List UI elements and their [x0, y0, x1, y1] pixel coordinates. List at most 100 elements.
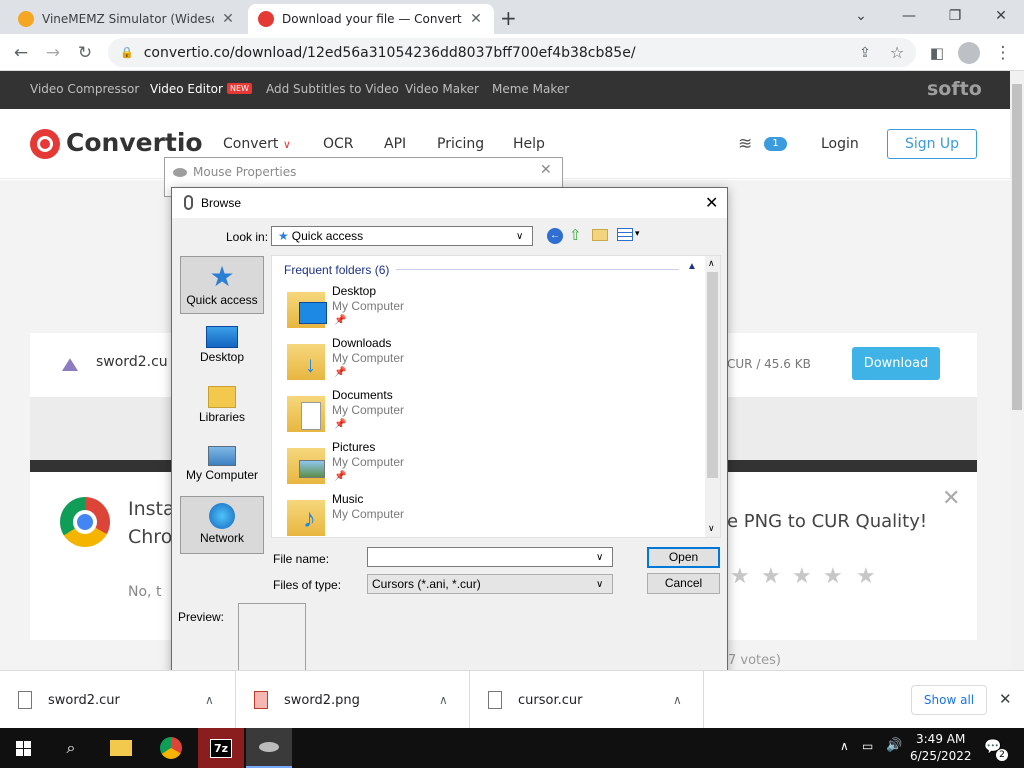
convertio-logo-text[interactable]: Convertio	[66, 128, 203, 157]
back-arrow-icon[interactable]: ←	[547, 228, 563, 244]
open-button[interactable]: Open	[647, 547, 720, 568]
folder-location: My Computer	[332, 299, 405, 313]
tray-chevron-icon[interactable]: ∧	[840, 739, 849, 753]
files-of-type-label: Files of type:	[273, 578, 342, 592]
menu-kebab-icon[interactable]: ⋮	[990, 40, 1016, 66]
promo-no-thanks[interactable]: No, t	[128, 584, 161, 600]
download-item[interactable]: sword2.cur ∧	[0, 671, 236, 729]
close-promo-icon[interactable]: ✕	[942, 486, 960, 511]
nav-api[interactable]: API	[384, 136, 406, 152]
place-label: Quick access	[186, 293, 258, 307]
page-scrollbar-thumb[interactable]	[1012, 84, 1022, 410]
place-my-computer[interactable]: My Computer	[180, 436, 264, 494]
profile-avatar[interactable]	[958, 42, 980, 64]
place-network[interactable]: Network	[180, 496, 264, 554]
login-link[interactable]: Login	[821, 136, 859, 152]
nav-add-subtitles[interactable]: Add Subtitles to Video	[266, 82, 399, 96]
files-of-type-value: Cursors (*.ani, *.cur)	[372, 577, 481, 591]
download-item[interactable]: cursor.cur ∧	[470, 671, 704, 729]
new-folder-icon[interactable]	[592, 229, 608, 241]
folder-location: My Computer	[332, 403, 405, 417]
files-of-type-select[interactable]: Cursors (*.ani, *.cur) ∨	[367, 574, 613, 594]
chevron-up-icon[interactable]: ∧	[439, 693, 469, 707]
chevron-up-icon[interactable]: ∧	[205, 693, 235, 707]
scroll-up-icon[interactable]: ∧	[708, 258, 715, 269]
tab-convertio[interactable]: Download your file — Convertio ✕	[248, 4, 494, 34]
reload-button[interactable]: ↻	[72, 40, 98, 66]
folder-item[interactable]: Desktop My Computer 📌	[284, 284, 704, 336]
frequent-folders-header[interactable]: Frequent folders (6)	[284, 263, 389, 277]
mouse-properties-taskbar-icon[interactable]	[246, 728, 292, 768]
file-explorer-icon[interactable]	[98, 728, 144, 768]
close-tab-icon[interactable]: ✕	[220, 11, 236, 27]
close-mouse-properties-icon[interactable]: ✕	[540, 162, 552, 178]
clock-date[interactable]: 6/25/2022	[910, 749, 972, 763]
restore-button[interactable]: ❐	[932, 4, 978, 28]
nav-video-maker[interactable]: Video Maker	[405, 82, 479, 96]
documents-folder-icon	[287, 396, 325, 432]
rating-star-icon[interactable]: ★	[823, 564, 843, 589]
up-folder-icon[interactable]: ⇧	[569, 226, 582, 244]
back-button[interactable]: ←	[8, 40, 34, 66]
layers-icon[interactable]: ≋	[738, 134, 752, 154]
nav-video-editor[interactable]: Video Editor NEW	[150, 82, 252, 96]
scroll-down-icon[interactable]: ∨	[708, 523, 715, 534]
close-shelf-icon[interactable]: ✕	[999, 690, 1012, 708]
signup-button[interactable]: Sign Up	[887, 129, 977, 159]
nav-pricing[interactable]: Pricing	[437, 136, 484, 152]
7zip-icon[interactable]: 7z	[198, 728, 244, 768]
close-window-button[interactable]: ✕	[978, 4, 1024, 28]
download-button[interactable]: Download	[852, 347, 940, 380]
chevron-up-icon[interactable]: ∧	[673, 693, 703, 707]
place-libraries[interactable]: Libraries	[180, 376, 264, 434]
new-tab-button[interactable]: +	[500, 6, 517, 30]
rating-star-icon[interactable]: ★	[761, 564, 781, 589]
rating-star-icon[interactable]: ★	[856, 564, 876, 589]
clock-time[interactable]: 3:49 AM	[916, 732, 965, 746]
folder-item[interactable]: ↓ Downloads My Computer 📌	[284, 336, 704, 388]
close-browse-icon[interactable]: ✕	[705, 193, 718, 213]
address-bar[interactable]: 🔒 convertio.co/download/12ed56a31054236d…	[108, 38, 916, 67]
folder-item[interactable]: Documents My Computer 📌	[284, 388, 704, 440]
list-scrollbar-thumb[interactable]	[707, 272, 718, 478]
cancel-button[interactable]: Cancel	[647, 573, 720, 594]
folder-item[interactable]: Pictures My Computer 📌	[284, 440, 704, 492]
collapse-group-icon[interactable]: ▲	[687, 261, 697, 272]
nav-convert[interactable]: Convert ∨	[223, 136, 291, 152]
tab-search-icon[interactable]: ⌄	[838, 4, 884, 28]
place-desktop[interactable]: Desktop	[180, 316, 264, 374]
start-button[interactable]	[0, 728, 46, 768]
file-name-input[interactable]: ∨	[367, 547, 613, 567]
group-divider	[396, 269, 679, 270]
network-tray-icon[interactable]: ▭	[862, 739, 873, 753]
place-quick-access[interactable]: ★ Quick access	[180, 256, 264, 314]
list-scrollbar[interactable]: ∧ ∨	[705, 256, 720, 537]
view-dropdown-chevron-icon[interactable]: ▾	[635, 228, 640, 239]
search-icon[interactable]: ⌕	[48, 728, 94, 768]
download-name: sword2.cur	[48, 692, 120, 708]
softo-logo[interactable]: softo	[927, 78, 982, 100]
close-tab-icon[interactable]: ✕	[468, 11, 484, 27]
nav-video-compressor[interactable]: Video Compressor	[30, 82, 139, 96]
side-panel-icon[interactable]: ◧	[924, 40, 950, 66]
minimize-button[interactable]: —	[886, 4, 932, 28]
rating-star-icon[interactable]: ★	[792, 564, 812, 589]
tab-vinememz[interactable]: VineMEMZ Simulator (Widescre ✕	[8, 4, 246, 34]
view-menu-icon[interactable]	[617, 228, 633, 241]
nav-meme-maker[interactable]: Meme Maker	[492, 82, 569, 96]
show-all-button[interactable]: Show all	[911, 685, 987, 715]
folder-item[interactable]: ♪ Music My Computer	[284, 492, 704, 544]
volume-icon[interactable]: 🔊	[886, 738, 902, 753]
nav-help[interactable]: Help	[513, 136, 545, 152]
share-icon[interactable]: ⇪	[852, 40, 878, 66]
layers-count-badge: 1	[764, 137, 787, 151]
look-in-dropdown[interactable]: ★ Quick access ∨	[271, 226, 533, 246]
download-item[interactable]: sword2.png ∧	[236, 671, 470, 729]
bookmark-star-icon[interactable]: ☆	[884, 40, 910, 66]
chrome-taskbar-icon[interactable]	[148, 728, 194, 768]
forward-button[interactable]: →	[40, 40, 66, 66]
rating-star-icon[interactable]: ★	[730, 564, 750, 589]
look-in-label: Look in:	[226, 230, 269, 244]
chevron-down-icon: ∨	[596, 578, 604, 590]
nav-ocr[interactable]: OCR	[323, 136, 354, 152]
